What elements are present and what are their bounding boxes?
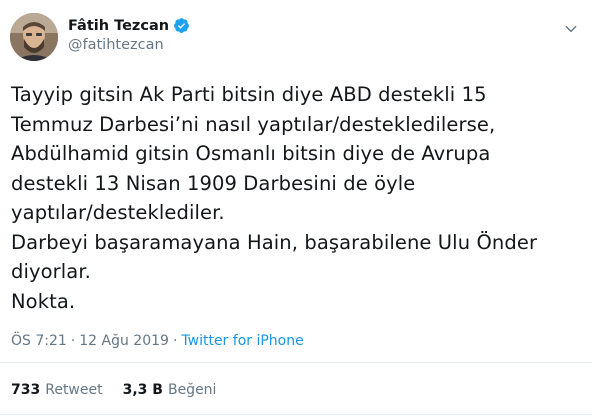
avatar-photo-icon bbox=[10, 13, 58, 61]
tweet-text: Tayyip gitsin Ak Parti bitsin diye ABD d… bbox=[11, 83, 538, 313]
tweet-source-link[interactable]: Twitter for iPhone bbox=[181, 333, 303, 349]
tweet-card: Fâtih Tezcan @fatihtezcan Tayyip gitsin … bbox=[0, 0, 592, 420]
divider bbox=[0, 362, 592, 363]
retweet-label: Retweet bbox=[45, 382, 103, 398]
user-avatar[interactable] bbox=[10, 13, 58, 61]
retweet-count: 733 bbox=[11, 382, 41, 398]
meta-separator: · bbox=[172, 333, 178, 349]
tweet-date[interactable]: 12 Ağu 2019 bbox=[79, 333, 169, 349]
user-handle[interactable]: @fatihtezcan bbox=[68, 37, 190, 53]
like-stat[interactable]: 3,3 B Beğeni bbox=[123, 382, 217, 398]
tweet-meta: ÖS 7:21 · 12 Ağu 2019 · Twitter for iPho… bbox=[11, 331, 304, 351]
divider bbox=[0, 414, 592, 415]
like-count: 3,3 B bbox=[122, 382, 163, 398]
tweet-header: Fâtih Tezcan @fatihtezcan bbox=[10, 13, 585, 63]
meta-separator: · bbox=[70, 333, 76, 349]
verified-badge-icon bbox=[173, 17, 190, 34]
display-name-row: Fâtih Tezcan bbox=[68, 15, 190, 36]
retweet-stat[interactable]: 733 Retweet bbox=[11, 382, 103, 398]
more-options-chevron-down-icon[interactable] bbox=[563, 21, 579, 37]
tweet-stats: 733 Retweet 3,3 B Beğeni bbox=[11, 380, 236, 400]
tweet-time[interactable]: ÖS 7:21 bbox=[11, 333, 67, 349]
display-name[interactable]: Fâtih Tezcan bbox=[68, 18, 169, 34]
like-label: Beğeni bbox=[167, 382, 217, 398]
user-names: Fâtih Tezcan @fatihtezcan bbox=[68, 15, 190, 53]
